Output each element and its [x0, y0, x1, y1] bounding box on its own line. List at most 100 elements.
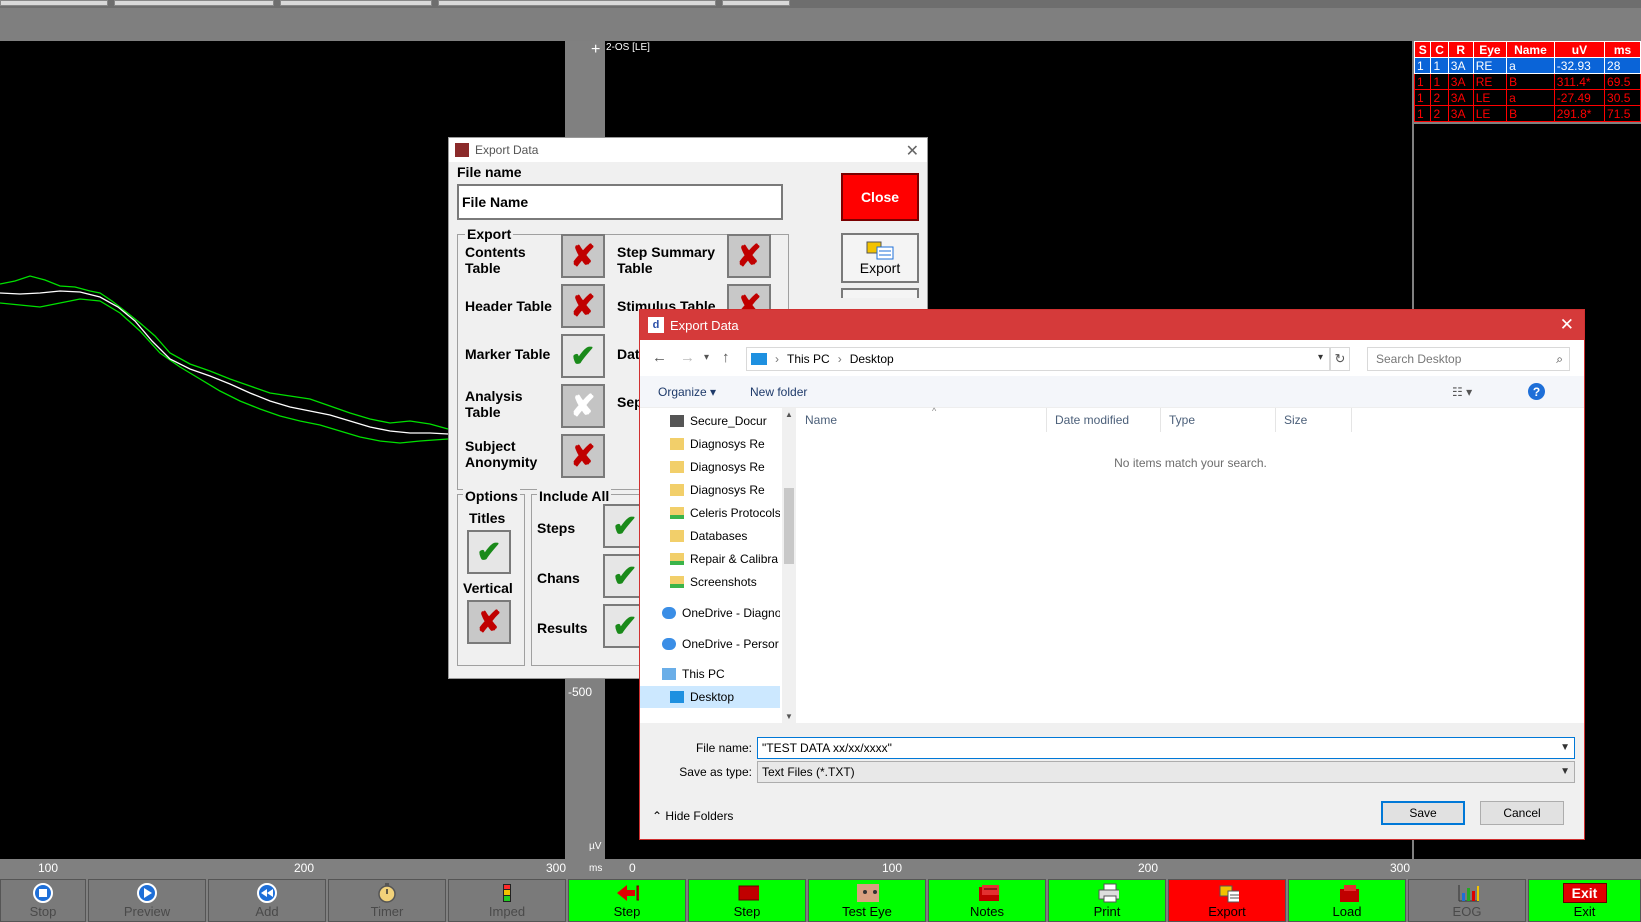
tree-item[interactable]: OneDrive - Persor: [640, 633, 780, 655]
save-button[interactable]: Save: [1381, 801, 1465, 825]
tree-item[interactable]: Screenshots: [640, 571, 780, 593]
column-header-size[interactable]: Size: [1276, 408, 1352, 432]
cancel-button[interactable]: Cancel: [1480, 801, 1564, 825]
col-eye[interactable]: Eye: [1472, 41, 1508, 58]
back-arrow-icon[interactable]: ←: [652, 349, 667, 366]
tree-item[interactable]: Secure_Docur: [640, 410, 780, 432]
results-table[interactable]: S C R Eye Name uV ms 1 1 3A RE a -32.93 …: [1413, 41, 1641, 122]
forward-arrow-icon[interactable]: →: [680, 349, 695, 366]
tree-item-label: Diagnosys Re: [690, 483, 765, 497]
top-tab[interactable]: [438, 0, 716, 6]
tree-item-selected[interactable]: Desktop: [640, 686, 780, 708]
tree-item[interactable]: Diagnosys Re: [640, 479, 780, 501]
col-name[interactable]: Name: [1506, 41, 1555, 58]
marker-table-checkbox[interactable]: ✔: [561, 334, 605, 378]
step-back-button[interactable]: Step: [568, 879, 686, 922]
top-tab[interactable]: [280, 0, 432, 6]
breadcrumb-desktop[interactable]: Desktop: [850, 352, 894, 366]
dialog-titlebar[interactable]: Export Data ✕: [449, 138, 927, 162]
file-name-input[interactable]: "TEST DATA xx/xx/xxxx" ▼: [757, 737, 1575, 759]
tree-item-label: Databases: [690, 529, 748, 543]
tree-item[interactable]: Databases: [640, 525, 780, 547]
table-cell: 1: [1430, 57, 1449, 74]
organize-button[interactable]: Organize ▾: [658, 385, 716, 399]
save-type-select[interactable]: Text Files (*.TXT) ▼: [757, 761, 1575, 783]
new-folder-button[interactable]: New folder: [750, 385, 807, 399]
export-button[interactable]: Export: [1168, 879, 1286, 922]
col-s[interactable]: S: [1413, 41, 1432, 58]
test-eye-button[interactable]: Test Eye: [808, 879, 926, 922]
top-tab[interactable]: [0, 0, 108, 6]
titles-checkbox[interactable]: ✔: [467, 530, 511, 574]
search-input[interactable]: Search Desktop ⌕: [1367, 347, 1570, 371]
column-header-date[interactable]: Date modified: [1047, 408, 1161, 432]
col-r[interactable]: R: [1447, 41, 1474, 58]
export-button-dialog[interactable]: Export: [841, 233, 919, 283]
scroll-down-icon[interactable]: ▼: [785, 712, 793, 721]
file-list[interactable]: Name ^ Date modified Type Size No items …: [797, 406, 1584, 723]
top-tab[interactable]: [722, 0, 790, 6]
table-row[interactable]: 1 1 3A RE a -32.93 28: [1413, 57, 1641, 74]
top-tab[interactable]: [114, 0, 274, 6]
refresh-icon[interactable]: ↻: [1330, 347, 1350, 371]
col-c[interactable]: C: [1430, 41, 1449, 58]
scrollbar-thumb[interactable]: [784, 488, 794, 564]
save-type-label: Save as type:: [679, 765, 752, 779]
add-button[interactable]: Add: [208, 879, 326, 922]
file-save-dialog[interactable]: Export Data d ✕ ← → ▾ ↑ › This PC › Desk…: [639, 309, 1585, 840]
load-button[interactable]: Load: [1288, 879, 1406, 922]
eog-button[interactable]: EOG: [1408, 879, 1526, 922]
folder-tree[interactable]: Secure_Docur Diagnosys Re Diagnosys Re D…: [640, 408, 796, 723]
stop-button[interactable]: Stop: [0, 879, 86, 922]
subject-anonymity-checkbox[interactable]: ✘: [561, 434, 605, 478]
tree-item[interactable]: Diagnosys Re: [640, 456, 780, 478]
tree-item[interactable]: This PC: [640, 663, 780, 685]
table-row[interactable]: 1 2 3A LE a -27.49 30.5: [1413, 89, 1641, 106]
close-button[interactable]: Close: [841, 173, 919, 221]
tree-item[interactable]: Diagnosys Re: [640, 433, 780, 455]
tree-scrollbar[interactable]: ▲ ▼: [782, 408, 796, 723]
chevron-down-icon[interactable]: ▾: [1318, 352, 1323, 363]
recent-dropdown-icon[interactable]: ▾: [704, 352, 709, 363]
breadcrumb-this-pc[interactable]: This PC: [787, 352, 830, 366]
step-forward-button[interactable]: Step: [688, 879, 806, 922]
column-label: Name: [805, 413, 838, 427]
col-ms[interactable]: ms: [1604, 41, 1641, 58]
file-dialog-titlebar[interactable]: Export Data: [640, 310, 1584, 340]
header-table-checkbox[interactable]: ✘: [561, 284, 605, 328]
address-bar[interactable]: › This PC › Desktop ▾: [746, 347, 1330, 371]
col-uv[interactable]: uV: [1553, 41, 1606, 58]
view-options-icon[interactable]: ☷ ▾: [1452, 385, 1472, 399]
x-tick-label: 200: [294, 861, 315, 875]
toolbar-label: Stop: [29, 904, 57, 919]
table-cell: 311.4*: [1553, 73, 1606, 90]
chevron-down-icon[interactable]: ▼: [1560, 766, 1570, 777]
preview-button[interactable]: Preview: [88, 879, 206, 922]
table-cell: a: [1506, 57, 1555, 74]
file-name-input[interactable]: File Name: [457, 184, 783, 220]
timer-button[interactable]: Timer: [328, 879, 446, 922]
table-row[interactable]: 1 1 3A RE B 311.4* 69.5: [1413, 73, 1641, 90]
help-icon[interactable]: ?: [1528, 383, 1545, 400]
exit-button[interactable]: Exit Exit: [1528, 879, 1641, 922]
step-summary-table-checkbox[interactable]: ✘: [727, 234, 771, 278]
tree-item[interactable]: Repair & Calibra: [640, 548, 780, 570]
imped-button[interactable]: Imped: [448, 879, 566, 922]
notes-button[interactable]: Notes: [928, 879, 1046, 922]
tree-item[interactable]: Celeris Protocols: [640, 502, 780, 524]
column-header-name[interactable]: Name: [797, 408, 1047, 432]
up-arrow-icon[interactable]: ↑: [722, 349, 730, 366]
dialog-button-partial[interactable]: [841, 288, 919, 298]
scroll-up-icon[interactable]: ▲: [785, 410, 793, 419]
column-header-type[interactable]: Type: [1161, 408, 1276, 432]
print-button[interactable]: Print: [1048, 879, 1166, 922]
contents-table-checkbox[interactable]: ✘: [561, 234, 605, 278]
hide-folders-button[interactable]: ⌃ Hide Folders: [652, 809, 733, 823]
analysis-table-checkbox[interactable]: ✘: [561, 384, 605, 428]
chevron-down-icon[interactable]: ▼: [1560, 742, 1570, 753]
close-icon[interactable]: ✕: [1560, 315, 1574, 335]
table-row[interactable]: 1 2 3A LE B 291.8* 71.5: [1413, 105, 1641, 122]
vertical-checkbox[interactable]: ✘: [467, 600, 511, 644]
tree-item[interactable]: OneDrive - Diagno: [640, 602, 780, 624]
close-icon[interactable]: ✕: [906, 141, 919, 161]
